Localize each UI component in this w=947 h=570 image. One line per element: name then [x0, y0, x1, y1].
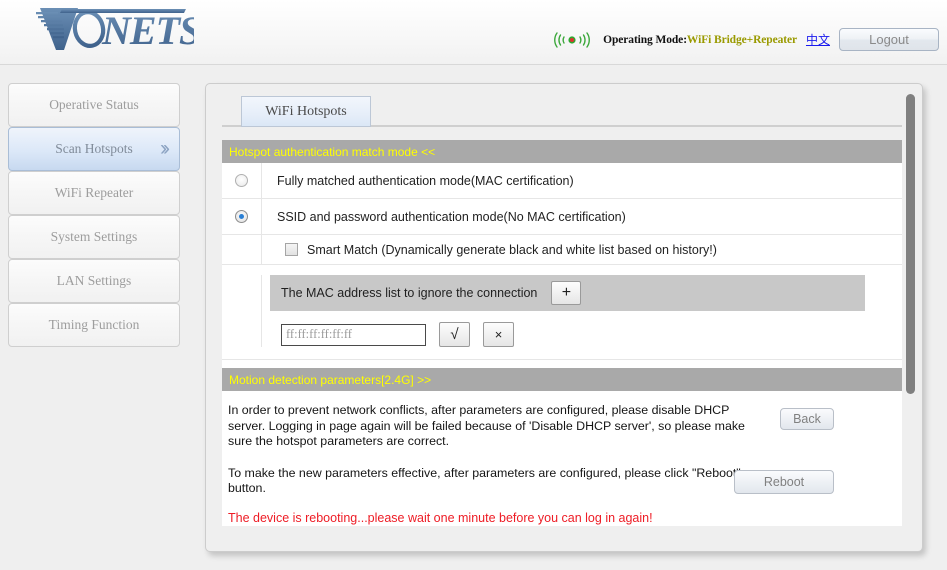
motion-section-title: Motion detection parameters[2.4G] >> — [229, 372, 432, 387]
mac-entry-row: √ × — [270, 322, 902, 347]
vertical-scrollbar-thumb[interactable] — [906, 94, 915, 394]
sidebar-item-label: Timing Function — [48, 317, 140, 332]
add-mac-button[interactable]: + — [551, 281, 582, 305]
mac-list-title: The MAC address list to ignore the conne… — [281, 286, 538, 300]
auth-option-label: SSID and password authentication mode(No… — [277, 209, 626, 224]
vonets-logo: NETS — [36, 8, 194, 53]
smart-match-checkbox[interactable] — [285, 243, 298, 256]
back-button[interactable]: Back — [780, 408, 834, 430]
svg-text:NETS: NETS — [101, 8, 194, 53]
sidebar-item-system-settings[interactable]: System Settings — [8, 215, 180, 259]
auth-option-row-full-match[interactable]: Fully matched authentication mode(MAC ce… — [222, 163, 902, 199]
chevron-right-double-icon: ›› — [160, 137, 170, 160]
tab-label: WiFi Hotspots — [265, 103, 347, 119]
auth-section-header[interactable]: Hotspot authentication match mode << — [222, 140, 902, 163]
spacer-cell — [222, 275, 262, 347]
confirm-mac-button[interactable]: √ — [439, 322, 470, 347]
sidebar-item-timing-function[interactable]: Timing Function — [8, 303, 180, 347]
smart-match-label: Smart Match (Dynamically generate black … — [307, 242, 717, 257]
page-body: Operative Status Scan Hotspots ›› WiFi R… — [0, 65, 947, 570]
radio-cell — [222, 199, 262, 234]
mac-list-header: The MAC address list to ignore the conne… — [270, 275, 865, 311]
sidebar-item-label: System Settings — [50, 229, 138, 244]
sidebar-item-wifi-repeater[interactable]: WiFi Repeater — [8, 171, 180, 215]
smart-match-row[interactable]: Smart Match (Dynamically generate black … — [222, 235, 902, 265]
language-switch-link[interactable]: 中文 — [806, 31, 830, 48]
reboot-button[interactable]: Reboot — [734, 469, 834, 494]
notes-area: In order to prevent network conflicts, a… — [222, 391, 902, 525]
operating-mode: Operating Mode:WiFi Bridge+Repeater — [603, 34, 797, 46]
wifi-signal-icon — [554, 31, 591, 48]
spacer-cell — [222, 235, 262, 264]
mac-ignore-list-block: The MAC address list to ignore the conne… — [222, 265, 902, 360]
sidebar-item-operative-status[interactable]: Operative Status — [8, 83, 180, 127]
content-panel-inner: WiFi Hotspots Hotspot authentication mat… — [206, 84, 922, 551]
auth-section-title: Hotspot authentication match mode << — [229, 144, 436, 159]
reboot-status-message: The device is rebooting...please wait on… — [228, 510, 653, 525]
sidebar-item-scan-hotspots[interactable]: Scan Hotspots ›› — [8, 127, 180, 171]
dhcp-note-row: In order to prevent network conflicts, a… — [222, 403, 902, 450]
smart-match-inner: Smart Match (Dynamically generate black … — [262, 243, 717, 257]
back-button-wrap: Back — [762, 403, 902, 430]
reboot-button-wrap: Reboot — [734, 466, 902, 494]
content-panel: WiFi Hotspots Hotspot authentication mat… — [205, 83, 923, 552]
motion-section-header[interactable]: Motion detection parameters[2.4G] >> — [222, 368, 902, 391]
sidebar-item-label: Operative Status — [49, 97, 139, 112]
sidebar-item-label: Scan Hotspots — [55, 141, 133, 156]
reboot-note-row: To make the new parameters effective, af… — [222, 466, 902, 497]
mac-list-body: The MAC address list to ignore the conne… — [262, 275, 902, 347]
settings-card: Hotspot authentication match mode << Ful… — [222, 140, 902, 526]
logout-button[interactable]: Logout — [839, 28, 939, 51]
app-header: NETS Operating Mode:WiFi Bridge+Repeater… — [0, 0, 947, 65]
sidebar-item-label: LAN Settings — [56, 273, 132, 288]
radio-cell — [222, 163, 262, 198]
operating-mode-value: WiFi Bridge+Repeater — [686, 33, 797, 46]
radio-full-match[interactable] — [235, 174, 248, 187]
dhcp-note-text: In order to prevent network conflicts, a… — [228, 403, 745, 448]
mac-address-input[interactable] — [281, 323, 426, 346]
tab-strip: WiFi Hotspots — [222, 96, 902, 127]
delete-mac-button[interactable]: × — [483, 322, 514, 347]
sidebar-item-lan-settings[interactable]: LAN Settings — [8, 259, 180, 303]
auth-option-row-ssid-password[interactable]: SSID and password authentication mode(No… — [222, 199, 902, 235]
header-right-group: Operating Mode:WiFi Bridge+Repeater 中文 L… — [550, 28, 939, 51]
auth-option-label: Fully matched authentication mode(MAC ce… — [277, 173, 574, 188]
radio-ssid-password[interactable] — [235, 210, 248, 223]
sidebar-item-label: WiFi Repeater — [54, 185, 134, 200]
vertical-scrollbar-track[interactable] — [906, 88, 915, 549]
operating-mode-label: Operating Mode: — [603, 33, 687, 46]
tab-wifi-hotspots[interactable]: WiFi Hotspots — [241, 96, 371, 127]
reboot-note-text: To make the new parameters effective, af… — [228, 465, 741, 496]
sidebar-nav: Operative Status Scan Hotspots ›› WiFi R… — [8, 83, 180, 347]
